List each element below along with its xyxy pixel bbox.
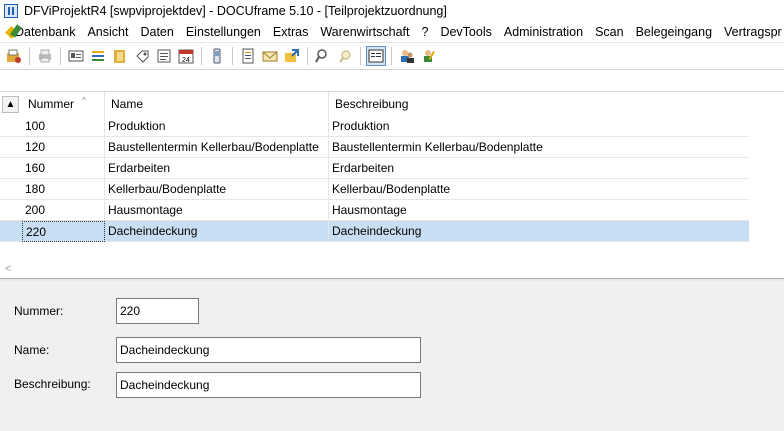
table-row[interactable]: 180 Kellerbau/Bodenplatte Kellerbau/Bode…: [0, 179, 749, 200]
form-view-icon[interactable]: [366, 46, 386, 66]
toolbar: 24: [0, 42, 784, 69]
tag-icon[interactable]: [133, 47, 151, 65]
cell-nummer[interactable]: 160: [22, 158, 105, 179]
toolbar-separator: [232, 47, 233, 65]
calendar-icon[interactable]: 24: [177, 47, 195, 65]
cell-nummer[interactable]: 220: [22, 221, 105, 242]
column-header-name[interactable]: Name: [105, 92, 329, 116]
cell-beschreibung[interactable]: Erdarbeiten: [329, 158, 749, 179]
cell-beschreibung[interactable]: Produktion: [329, 116, 749, 137]
cell-beschreibung[interactable]: Hausmontage: [329, 200, 749, 221]
nummer-field[interactable]: 220: [116, 298, 199, 324]
menu-vertragspruefung[interactable]: Vertragspr: [719, 25, 784, 39]
cell-name[interactable]: Kellerbau/Bodenplatte: [105, 179, 329, 200]
title-bar: DFViProjektR4 [swpviprojektdev] - DOCUfr…: [0, 0, 784, 22]
cell-beschreibung[interactable]: Baustellentermin Kellerbau/Bodenplatte: [329, 137, 749, 158]
cell-name[interactable]: Erdarbeiten: [105, 158, 329, 179]
card-icon[interactable]: [67, 47, 85, 65]
menu-warenwirtschaft[interactable]: Warenwirtschaft: [315, 25, 416, 39]
toolbar-separator: [29, 47, 30, 65]
menu-help[interactable]: ?: [416, 25, 435, 39]
users-icon[interactable]: [398, 47, 416, 65]
menu-daten[interactable]: Daten: [135, 25, 180, 39]
user-edit-icon[interactable]: [420, 47, 438, 65]
table-row-selected[interactable]: 220 Dacheindeckung Dacheindeckung: [0, 221, 749, 242]
name-field[interactable]: Dacheindeckung: [116, 337, 421, 363]
menu-extras[interactable]: Extras: [268, 25, 315, 39]
phone-icon[interactable]: [208, 47, 226, 65]
sort-toggle-icon[interactable]: ▲: [2, 96, 19, 113]
cell-name[interactable]: Hausmontage: [105, 200, 329, 221]
column-header-nummer[interactable]: Nummer ^: [22, 92, 105, 116]
detail-form: Nummer: 220 Name: Dacheindeckung Beschre…: [0, 281, 784, 431]
cell-nummer[interactable]: 200: [22, 200, 105, 221]
menu-ansicht[interactable]: Ansicht: [82, 25, 135, 39]
list-icon[interactable]: [89, 47, 107, 65]
table-row[interactable]: 200 Hausmontage Hausmontage: [0, 200, 749, 221]
print-icon[interactable]: [36, 47, 54, 65]
toolbar-separator: [307, 47, 308, 65]
filter-bar[interactable]: [0, 69, 784, 92]
export-icon[interactable]: [283, 47, 301, 65]
data-grid: ▲ Nummer ^ Name Beschreibung 100 Produkti…: [0, 92, 784, 263]
cell-name[interactable]: Produktion: [105, 116, 329, 137]
cell-beschreibung[interactable]: Kellerbau/Bodenplatte: [329, 179, 749, 200]
folder-icon[interactable]: [111, 47, 129, 65]
cell-nummer[interactable]: 100: [22, 116, 105, 137]
table-row[interactable]: 120 Baustellentermin Kellerbau/Bodenplat…: [0, 137, 749, 158]
table-row[interactable]: 160 Erdarbeiten Erdarbeiten: [0, 158, 749, 179]
cell-name[interactable]: Baustellentermin Kellerbau/Bodenplatte: [105, 137, 329, 158]
mail-icon[interactable]: [261, 47, 279, 65]
grid-header: ▲ Nummer ^ Name Beschreibung: [0, 92, 784, 116]
table-row[interactable]: 100 Produktion Produktion: [0, 116, 749, 137]
menu-scan[interactable]: Scan: [590, 25, 631, 39]
name-label: Name:: [14, 343, 50, 357]
toolbar-separator: [201, 47, 202, 65]
menu-devtools[interactable]: DevTools: [435, 25, 498, 39]
notepad-icon[interactable]: [155, 47, 173, 65]
menu-bar: Datenbank Ansicht Daten Einstellungen Ex…: [0, 22, 784, 42]
app-icon: [4, 4, 18, 18]
menu-einstellungen[interactable]: Einstellungen: [181, 25, 268, 39]
svg-text:24: 24: [182, 57, 190, 64]
search-disabled-icon: [336, 47, 354, 65]
menu-belegeingang[interactable]: Belegeingang: [631, 25, 719, 39]
search-icon[interactable]: [314, 47, 332, 65]
scroll-left-icon[interactable]: <: [5, 263, 11, 275]
toolbar-separator: [360, 47, 361, 65]
column-header-beschreibung[interactable]: Beschreibung: [329, 92, 749, 116]
toolbar-separator: [391, 47, 392, 65]
menu-administration[interactable]: Administration: [499, 25, 590, 39]
beschreibung-label: Beschreibung:: [14, 377, 91, 391]
window-title: DFViProjektR4 [swpviprojektdev] - DOCUfr…: [24, 4, 447, 18]
nummer-label: Nummer:: [14, 304, 64, 318]
beschreibung-field[interactable]: Dacheindeckung: [116, 372, 421, 398]
open-icon[interactable]: [5, 47, 23, 65]
horizontal-scrollbar[interactable]: <: [0, 263, 784, 278]
sort-indicator-icon: ^: [82, 96, 86, 105]
cell-name[interactable]: Dacheindeckung: [105, 221, 329, 242]
document-icon[interactable]: [239, 47, 257, 65]
cell-nummer[interactable]: 120: [22, 137, 105, 158]
cell-beschreibung[interactable]: Dacheindeckung: [329, 221, 749, 242]
cell-nummer[interactable]: 180: [22, 179, 105, 200]
toolbar-separator: [60, 47, 61, 65]
